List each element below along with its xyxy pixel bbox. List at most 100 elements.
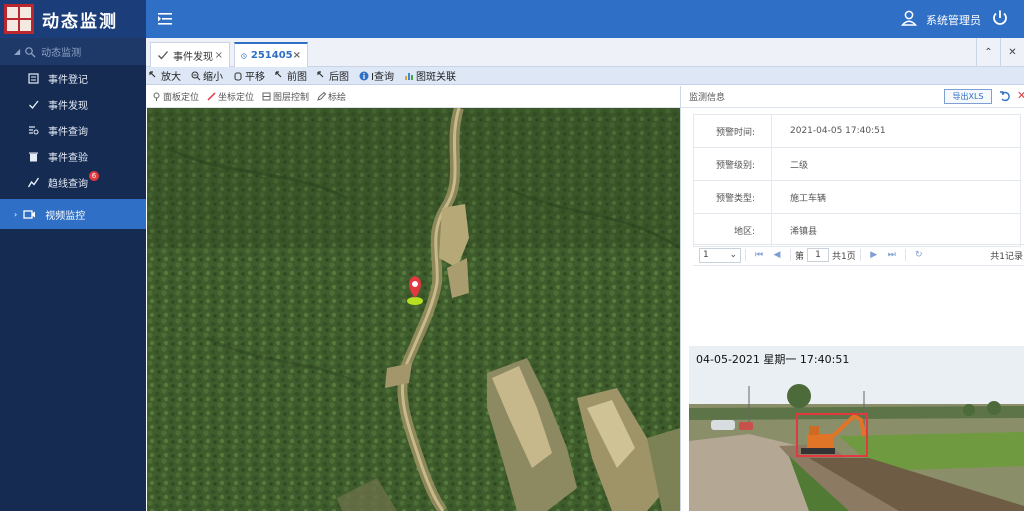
table-row: 地区: 浠镇县: [693, 213, 1021, 247]
tool-label: 标绘: [328, 93, 347, 103]
layers-icon: [262, 92, 271, 101]
sidebar-group-dynamic-monitoring[interactable]: ◢ 动态监测: [0, 38, 146, 65]
notification-badge: 6: [89, 171, 99, 181]
page-size-select[interactable]: 1 ⌄: [699, 247, 741, 263]
divider: [859, 249, 861, 261]
sidebar-item-label: 事件发现: [48, 100, 88, 112]
sidebar: ◢ 动态监测 事件登记 事件发现 事件查询 事件查验 趋线查询 6 › 视频监控: [0, 38, 146, 511]
menu-toggle-icon[interactable]: [156, 10, 174, 28]
sidebar-item-label: 事件登记: [48, 74, 88, 86]
tool-label: 前图: [287, 72, 307, 83]
tool-label: 坐标定位: [218, 93, 255, 103]
user-icon[interactable]: [900, 9, 918, 27]
panel-locate-button[interactable]: 面板定位: [152, 90, 199, 103]
collapse-up-icon[interactable]: ⌃: [976, 38, 1000, 67]
export-xls-button[interactable]: 导出XLS: [944, 89, 992, 104]
map-toolbar: 放大 缩小 平移 前图 后图 I查询 图斑关联: [146, 67, 1024, 85]
field-value: 二级: [771, 147, 1021, 181]
tab-event-discover[interactable]: 事件发现 ×: [150, 42, 230, 67]
zoom-in-icon: [149, 70, 156, 77]
sidebar-item-trend-query[interactable]: 趋线查询 6: [0, 169, 146, 195]
total-records: 共1记录: [990, 251, 1023, 262]
sidebar-item-video-monitor[interactable]: › 视频监控: [0, 199, 146, 229]
pencil-icon: [317, 92, 327, 101]
tab-bar: 事件发现 × 251405 × ⌃ ✕: [146, 38, 1024, 67]
sidebar-item-event-query[interactable]: 事件查询: [0, 117, 146, 143]
pan-button[interactable]: 平移: [233, 68, 265, 83]
warning-info-table: 预警时间: 2021-04-05 17:40:51 预警级别: 二级 预警类型:…: [693, 114, 1021, 247]
pagination-bar: 1 ⌄ ⏮ ◀ 第 1 共1页 ▶ ⏭ ↻ 共1记录: [693, 244, 1024, 266]
sidebar-item-label: 事件查验: [48, 152, 88, 164]
trend-icon: [28, 177, 39, 187]
page-count: 共1页: [832, 251, 856, 262]
next-view-button[interactable]: 后图: [317, 68, 349, 83]
identify-query-button[interactable]: I查询: [359, 68, 394, 83]
next-page-icon[interactable]: ▶: [865, 250, 883, 260]
video-icon: [23, 209, 36, 219]
chevron-down-icon: ⌄: [729, 250, 737, 260]
arrow-back-icon: [275, 70, 282, 77]
zoom-out-button[interactable]: 缩小: [191, 68, 223, 83]
video-feed[interactable]: [689, 346, 1024, 511]
sidebar-item-event-discover[interactable]: 事件发现: [0, 91, 146, 117]
search-list-icon: [29, 125, 39, 134]
divider: [904, 249, 906, 261]
table-row: 预警级别: 二级: [693, 147, 1021, 181]
zoom-in-button[interactable]: 放大: [149, 68, 181, 83]
first-page-icon[interactable]: ⏮: [750, 250, 768, 260]
prev-view-button[interactable]: 前图: [275, 68, 307, 83]
tab-label: 251405: [250, 50, 293, 61]
sidebar-item-event-register[interactable]: 事件登记: [0, 65, 146, 91]
check-icon: [158, 51, 168, 60]
field-label: 预警类型:: [693, 180, 772, 214]
field-label: 地区:: [693, 213, 772, 247]
close-icon[interactable]: ✕: [1017, 90, 1024, 102]
tool-label: 放大: [161, 72, 181, 83]
sidebar-group-label: 动态监测: [41, 48, 82, 59]
video-timestamp: 04-05-2021 星期一 17:40:51: [696, 353, 850, 366]
tool-label: 缩小: [203, 72, 223, 83]
panel-title: 监测信息: [689, 93, 726, 103]
table-row: 预警类型: 施工车辆: [693, 180, 1021, 214]
page-prefix: 第: [795, 251, 805, 262]
check-icon: [29, 100, 39, 109]
field-label: 预警时间:: [693, 114, 772, 148]
logo: 动态监测: [0, 0, 146, 38]
tab-label: 事件发现: [173, 51, 213, 63]
app-title: 动态监测: [42, 11, 118, 32]
table-row: 预警时间: 2021-04-05 17:40:51: [693, 114, 1021, 148]
close-all-icon[interactable]: ✕: [1000, 38, 1024, 67]
parcel-link-button[interactable]: 图斑关联: [404, 68, 456, 83]
sidebar-item-label: 趋线查询: [48, 178, 88, 190]
plot-button[interactable]: 标绘: [317, 90, 346, 103]
tool-label: 图层控制: [273, 93, 310, 103]
layer-control-button[interactable]: 图层控制: [262, 90, 309, 103]
field-label: 预警级别:: [693, 147, 772, 181]
satellite-map[interactable]: [147, 108, 680, 511]
edit-icon: [28, 72, 39, 84]
field-value: 2021-04-05 17:40:51: [771, 114, 1021, 148]
sidebar-item-label: 事件查询: [48, 126, 88, 138]
last-page-icon[interactable]: ⏭: [883, 250, 901, 260]
prev-page-icon[interactable]: ◀: [768, 250, 786, 260]
coordinate-locate-button[interactable]: 坐标定位: [207, 90, 254, 103]
caret-down-icon: ◢: [14, 47, 21, 56]
page-size-value: 1: [703, 250, 709, 260]
satellite-imagery: [147, 108, 680, 511]
zoom-out-icon: [191, 71, 201, 80]
caret-right-icon: ›: [14, 209, 18, 219]
tool-label: 图斑关联: [415, 72, 456, 83]
construction-site-image: [689, 346, 1024, 511]
sidebar-item-event-verify[interactable]: 事件查验: [0, 143, 146, 169]
search-user-icon: [25, 46, 36, 57]
undo-icon[interactable]: [999, 90, 1011, 102]
refresh-icon[interactable]: ↻: [910, 250, 928, 260]
tab-record[interactable]: 251405 ×: [234, 42, 308, 67]
close-icon[interactable]: ×: [215, 50, 223, 61]
page-number-input[interactable]: 1: [807, 248, 830, 262]
tool-label: 平移: [245, 72, 265, 83]
tool-label: 后图: [329, 72, 349, 83]
power-icon[interactable]: [990, 8, 1010, 28]
user-name[interactable]: 系统管理员: [926, 12, 981, 28]
close-icon[interactable]: ×: [293, 50, 301, 61]
